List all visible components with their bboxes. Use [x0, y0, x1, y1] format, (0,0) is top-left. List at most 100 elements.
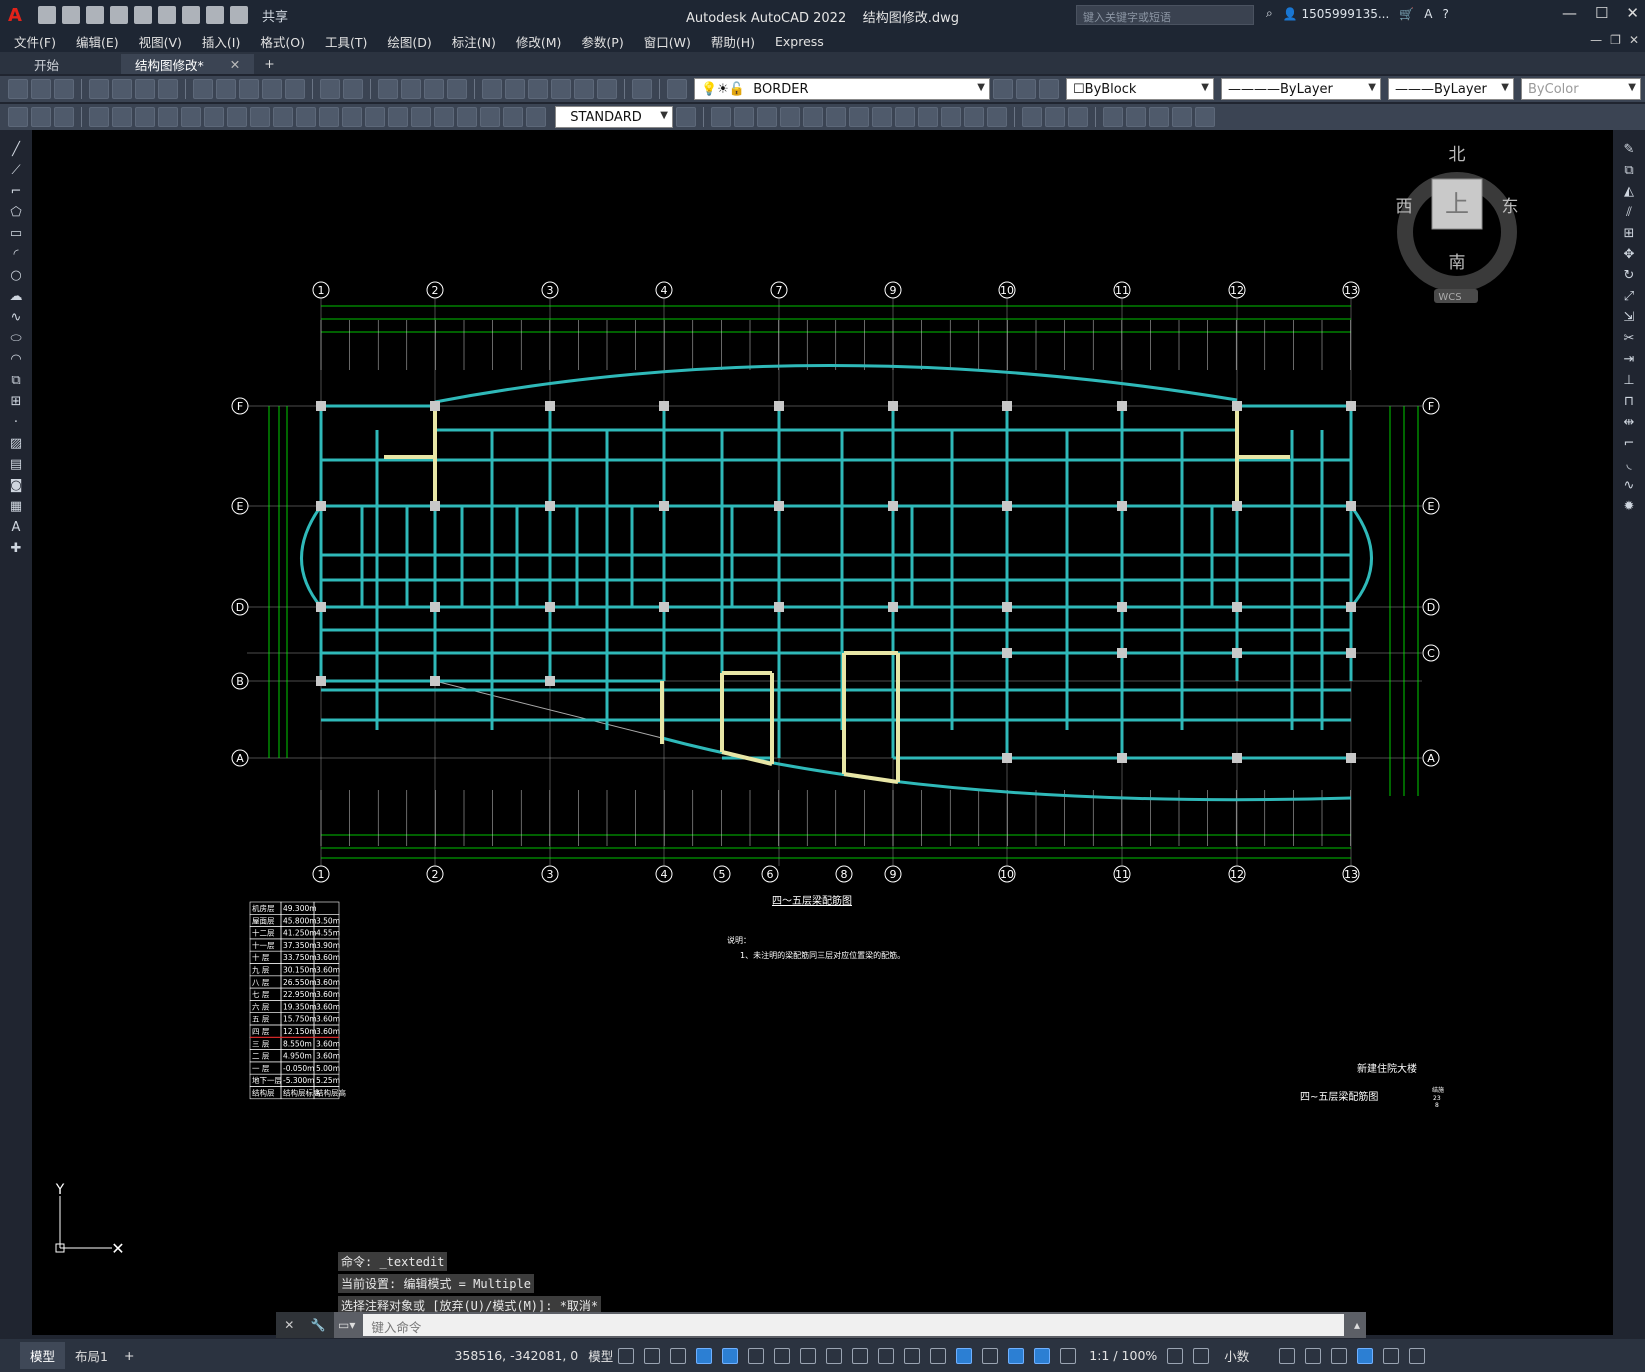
close-tab-icon[interactable]: ✕: [230, 57, 240, 72]
add-selected-icon[interactable]: ✚: [8, 541, 24, 557]
osnap-icon[interactable]: [826, 1347, 843, 1364]
ucs-zaxis-icon[interactable]: [872, 107, 892, 127]
mirror-icon[interactable]: ◭: [1621, 184, 1637, 200]
explode-icon[interactable]: ✹: [1621, 499, 1637, 515]
plot-preview-icon[interactable]: [112, 79, 132, 99]
layer-properties-icon[interactable]: [667, 79, 687, 99]
make-block-icon[interactable]: ⊞: [8, 394, 24, 410]
dynamic-ucs-icon[interactable]: [956, 1347, 973, 1364]
dim-text-edit-icon[interactable]: [503, 107, 523, 127]
ucs-apply-icon[interactable]: [987, 107, 1007, 127]
model-space-toggle[interactable]: 模型: [588, 1346, 613, 1365]
ucs-object-icon[interactable]: [803, 107, 823, 127]
menu-item-0[interactable]: 文件(F): [14, 32, 56, 51]
diameter-dim-icon[interactable]: [227, 107, 247, 127]
open-icon[interactable]: [31, 79, 51, 99]
view-camera-icon[interactable]: [1195, 107, 1215, 127]
save-icon[interactable]: [86, 6, 104, 24]
compass-west[interactable]: 西: [1396, 197, 1413, 217]
tolerance-icon[interactable]: [388, 107, 408, 127]
point-icon[interactable]: ·: [8, 415, 24, 431]
plot-icon[interactable]: [182, 6, 200, 24]
fillet-icon[interactable]: ◟: [1621, 457, 1637, 473]
transparency-icon[interactable]: [878, 1347, 895, 1364]
menu-item-10[interactable]: 窗口(W): [644, 32, 691, 51]
new-tab-button[interactable]: +: [264, 56, 274, 74]
menu-item-1[interactable]: 编辑(E): [76, 32, 119, 51]
cart-icon[interactable]: 🛒: [1399, 7, 1414, 21]
menu-item-7[interactable]: 标注(N): [452, 32, 496, 51]
dim-break-icon[interactable]: [365, 107, 385, 127]
jogged-dim-icon[interactable]: [204, 107, 224, 127]
binoculars-icon[interactable]: ⌕: [1266, 6, 1273, 21]
units-dropdown[interactable]: 小数: [1224, 1346, 1249, 1365]
customization-icon[interactable]: [1409, 1347, 1426, 1364]
command-expand-icon[interactable]: ▴: [1348, 1318, 1366, 1332]
circle-icon[interactable]: ○: [8, 268, 24, 284]
break-icon[interactable]: ⊓: [1621, 394, 1637, 410]
ucs-y-icon[interactable]: [941, 107, 961, 127]
baseline-dim-icon[interactable]: [296, 107, 316, 127]
quick-properties-icon[interactable]: [1279, 1347, 1296, 1364]
ellipse-arc-icon[interactable]: ◠: [8, 352, 24, 368]
line-icon[interactable]: ╱: [8, 142, 24, 158]
layer-match-icon[interactable]: [1016, 79, 1036, 99]
ucs-face-icon[interactable]: [780, 107, 800, 127]
radius-dim-icon[interactable]: [181, 107, 201, 127]
annotation-scale[interactable]: 1:1 / 100%: [1089, 1348, 1157, 1363]
doc-restore-button[interactable]: ❐: [1610, 33, 1621, 47]
minimize-button[interactable]: —: [1562, 4, 1577, 22]
ordinate-dim-icon[interactable]: [158, 107, 178, 127]
3d-print-icon[interactable]: [158, 79, 178, 99]
design-center-icon[interactable]: [505, 79, 525, 99]
linetype-combo[interactable]: ———— ByLayer ▼: [1221, 78, 1381, 100]
break-at-point-icon[interactable]: ⊥: [1621, 373, 1637, 389]
undo-icon[interactable]: [206, 6, 224, 24]
ortho-icon[interactable]: [722, 1347, 739, 1364]
quick-dim-icon[interactable]: [273, 107, 293, 127]
clean-screen-icon[interactable]: [1383, 1347, 1400, 1364]
snap-icon[interactable]: [644, 1347, 661, 1364]
menu-item-2[interactable]: 视图(V): [139, 32, 182, 51]
gizmo-icon[interactable]: [1008, 1347, 1025, 1364]
plotstyle-combo[interactable]: ByColor ▼: [1521, 78, 1641, 100]
polyline-icon[interactable]: ⌐: [8, 184, 24, 200]
plot-icon[interactable]: [89, 79, 109, 99]
trim-icon[interactable]: ✂: [1621, 331, 1637, 347]
new-icon[interactable]: [38, 6, 56, 24]
calculator-icon[interactable]: [597, 79, 617, 99]
menu-item-4[interactable]: 格式(O): [260, 32, 305, 51]
lineweight-combo[interactable]: ——— ByLayer ▼: [1388, 78, 1514, 100]
move-icon[interactable]: ✥: [1621, 247, 1637, 263]
annotation-visibility-icon[interactable]: [1034, 1347, 1051, 1364]
close-button[interactable]: ✕: [1626, 4, 1639, 22]
join-icon[interactable]: ⇹: [1621, 415, 1637, 431]
table-icon[interactable]: ▦: [8, 499, 24, 515]
blend-icon[interactable]: ∿: [1621, 478, 1637, 494]
ucs-icon[interactable]: [711, 107, 731, 127]
save-icon[interactable]: [54, 79, 74, 99]
redo-icon[interactable]: [230, 6, 248, 24]
zoom-previous-icon[interactable]: [447, 79, 467, 99]
copy-object-icon[interactable]: ⧉: [1621, 163, 1637, 179]
isolate-objects-icon[interactable]: [1331, 1347, 1348, 1364]
gradient-icon[interactable]: ▤: [8, 457, 24, 473]
scale-icon[interactable]: ⤢: [1621, 289, 1637, 305]
undo-icon[interactable]: [320, 79, 340, 99]
color-combo[interactable]: ☐ ByBlock ▼: [1066, 78, 1214, 100]
compass-south[interactable]: 南: [1449, 253, 1466, 273]
grid-icon[interactable]: [618, 1347, 635, 1364]
tab-layout1[interactable]: 布局1: [65, 1342, 118, 1369]
annotation-monitor-icon[interactable]: [1193, 1347, 1210, 1364]
user-account-button[interactable]: 👤 1505999135...: [1283, 7, 1390, 21]
dim-update-icon[interactable]: [526, 107, 546, 127]
help-icon[interactable]: ?: [1442, 7, 1448, 21]
mtext-icon[interactable]: A: [8, 520, 24, 536]
infer-icon[interactable]: [670, 1347, 687, 1364]
view-front-icon[interactable]: [1126, 107, 1146, 127]
tab-model[interactable]: 模型: [20, 1342, 66, 1369]
free-orbit-icon[interactable]: [1045, 107, 1065, 127]
layer-previous-icon[interactable]: [1039, 79, 1059, 99]
tool-palettes-icon[interactable]: [528, 79, 548, 99]
properties-icon[interactable]: [482, 79, 502, 99]
